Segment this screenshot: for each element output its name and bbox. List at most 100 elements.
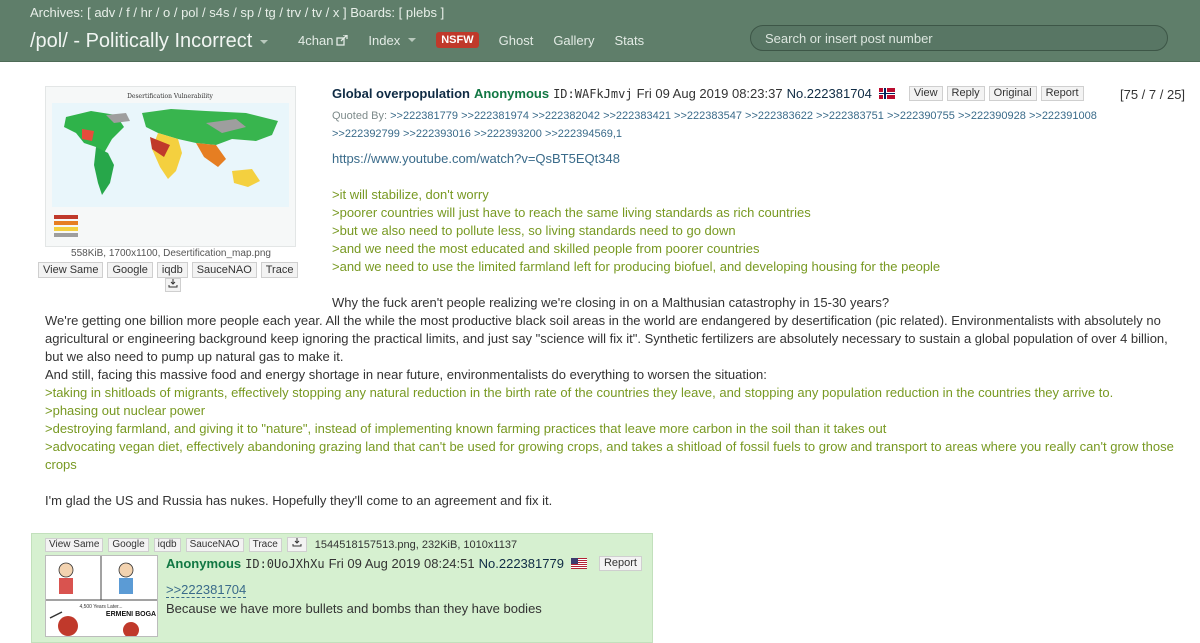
reply-image-buttons: View Same Google iqdb SauceNAO Trace 154… <box>45 537 517 552</box>
archives-bar: Archives: [ adv / f / hr / o / pol / s4s… <box>30 5 445 20</box>
backlink[interactable]: >>222393200 <box>474 128 542 140</box>
archive-link-sp[interactable]: sp <box>240 5 254 20</box>
chevron-down-icon[interactable] <box>260 39 269 44</box>
greentext-line: >advocating vegan diet, effectively aban… <box>45 439 1174 472</box>
nav-4chan-label: 4chan <box>298 32 334 48</box>
greentext-line: >destroying farmland, and giving it to "… <box>45 421 887 436</box>
trace-button[interactable]: Trace <box>248 537 282 552</box>
poster-id[interactable]: ID:0UoJXhXu <box>245 557 324 571</box>
board-title[interactable]: /pol/ - Politically Incorrect <box>30 30 269 53</box>
comic-caption-2: ERMENI BOGA <box>106 611 156 618</box>
op-post-header: Global overpopulation Anonymous ID:WAFkJ… <box>332 86 1084 101</box>
post-date: Fri 09 Aug 2019 08:24:51 <box>328 556 475 571</box>
poster-name: Anonymous <box>166 556 242 571</box>
greentext-line: >phasing out nuclear power <box>45 403 206 418</box>
archive-link-pol[interactable]: pol <box>181 5 198 20</box>
reply-file-info: 1544518157513.png, 232KiB, 1010x1137 <box>314 538 518 551</box>
greentext-line: >taking in shitloads of migrants, effect… <box>45 385 1114 400</box>
poster-name: Anonymous <box>473 86 550 101</box>
nav-stats[interactable]: Stats <box>615 33 645 48</box>
archive-link-hr[interactable]: hr <box>141 5 153 20</box>
desertification-map-image: Desertification Vulnerability <box>46 87 295 246</box>
archive-link-f[interactable]: f <box>126 5 130 20</box>
post-number[interactable]: No.222381779 <box>479 556 564 571</box>
nav-bar: 4chan Index NSFW Ghost Gallery Stats <box>298 32 664 48</box>
download-icon[interactable] <box>286 537 307 552</box>
archive-link-s4s[interactable]: s4s <box>209 5 229 20</box>
post-subject: Global overpopulation <box>332 86 470 101</box>
youtube-link[interactable]: https://www.youtube.com/watch?v=QsBT5EQt… <box>332 151 620 166</box>
reply-post-header: Anonymous ID:0UoJXhXu Fri 09 Aug 2019 08… <box>166 556 642 571</box>
google-button[interactable]: Google <box>108 537 149 552</box>
board-link-plebs[interactable]: plebs <box>406 5 437 20</box>
nav-nsfw: NSFW <box>436 32 479 48</box>
comic-image: 4,500 Years Later... ERMENI BOGA <box>46 556 157 636</box>
boards-label: Boards: <box>350 5 396 20</box>
nav-index[interactable]: Index <box>368 32 417 48</box>
reply-quote-link[interactable]: >>222381704 <box>166 582 247 598</box>
archive-link-tg[interactable]: tg <box>265 5 276 20</box>
backlink[interactable]: >>222383622 <box>745 110 813 122</box>
op-file-info: 558KiB, 1700x1100, Desertification_map.p… <box>71 248 271 259</box>
iqdb-button[interactable]: iqdb <box>156 262 188 278</box>
post-paragraph: And still, facing this massive food and … <box>45 367 767 382</box>
external-link-icon <box>336 34 349 46</box>
google-button[interactable]: Google <box>107 262 153 278</box>
backlink[interactable]: >>222381779 <box>390 110 458 122</box>
post-paragraph: Why the fuck aren't people realizing we'… <box>332 295 890 310</box>
backlink[interactable]: >>222382042 <box>532 110 600 122</box>
post-date: Fri 09 Aug 2019 08:23:37 <box>636 86 783 101</box>
thread-stats: [75 / 7 / 25] <box>1120 87 1186 102</box>
post-number[interactable]: No.222381704 <box>787 86 872 101</box>
backlink[interactable]: >>222391008 <box>1029 110 1097 122</box>
reply-button[interactable]: Reply <box>946 86 985 101</box>
top-bar: Archives: [ adv / f / hr / o / pol / s4s… <box>0 0 1200 62</box>
backlink[interactable]: >>222383421 <box>603 110 671 122</box>
op-post-body: https://www.youtube.com/watch?v=QsBT5EQt… <box>332 150 1162 312</box>
archive-link-adv[interactable]: adv <box>94 5 115 20</box>
iqdb-button[interactable]: iqdb <box>153 537 181 552</box>
nsfw-badge: NSFW <box>436 32 479 48</box>
saucenao-button[interactable]: SauceNAO <box>191 262 257 278</box>
nav-ghost[interactable]: Ghost <box>499 33 534 48</box>
nav-gallery[interactable]: Gallery <box>553 33 594 48</box>
board-title-text: /pol/ - Politically Incorrect <box>30 30 253 52</box>
search-input[interactable]: Search or insert post number <box>750 25 1168 51</box>
us-flag-icon <box>570 558 587 569</box>
backlink[interactable]: >>222390928 <box>958 110 1026 122</box>
nav-index-label: Index <box>368 32 401 48</box>
backlink[interactable]: >>222383547 <box>674 110 742 122</box>
thumb-title: Desertification Vulnerability <box>127 93 213 100</box>
backlink[interactable]: >>222390755 <box>887 110 955 122</box>
archives-label: Archives: <box>30 5 84 20</box>
backlink[interactable]: >>222381974 <box>461 110 529 122</box>
original-button[interactable]: Original <box>988 86 1037 101</box>
greentext-line: >it will stabilize, don't worry <box>332 187 489 202</box>
archive-link-trv[interactable]: trv <box>287 5 301 20</box>
saucenao-button[interactable]: SauceNAO <box>185 537 244 552</box>
download-icon[interactable] <box>165 278 181 292</box>
backlink[interactable]: >>222394569,1 <box>545 128 622 140</box>
nav-4chan[interactable]: 4chan <box>298 32 349 48</box>
archive-link-x[interactable]: x <box>333 5 340 20</box>
backlink[interactable]: >>222392799 <box>332 128 400 140</box>
post-paragraph: We're getting one billion more people ea… <box>45 313 1168 364</box>
greentext-line: >and we need to use the limited farmland… <box>332 259 941 274</box>
view-button[interactable]: View <box>908 86 943 101</box>
view-same-button[interactable]: View Same <box>38 262 104 278</box>
reply-thumbnail[interactable]: 4,500 Years Later... ERMENI BOGA <box>45 555 158 637</box>
report-button[interactable]: Report <box>598 556 642 571</box>
greentext-line: >and we need the most educated and skill… <box>332 241 760 256</box>
quoted-by: Quoted By: >>222381779 >>222381974 >>222… <box>332 107 1112 143</box>
view-same-button[interactable]: View Same <box>45 537 104 552</box>
trace-button[interactable]: Trace <box>260 262 299 278</box>
report-button[interactable]: Report <box>1040 86 1084 101</box>
archive-link-tv[interactable]: tv <box>312 5 322 20</box>
backlink[interactable]: >>222383751 <box>816 110 884 122</box>
post-paragraph: I'm glad the US and Russia has nukes. Ho… <box>45 493 553 508</box>
poster-id[interactable]: ID:WAFkJmvj <box>553 87 632 101</box>
archive-link-o[interactable]: o <box>163 5 170 20</box>
op-thumbnail[interactable]: Desertification Vulnerability <box>45 86 296 247</box>
backlink[interactable]: >>222393016 <box>403 128 471 140</box>
quoted-by-label: Quoted By: <box>332 110 388 122</box>
